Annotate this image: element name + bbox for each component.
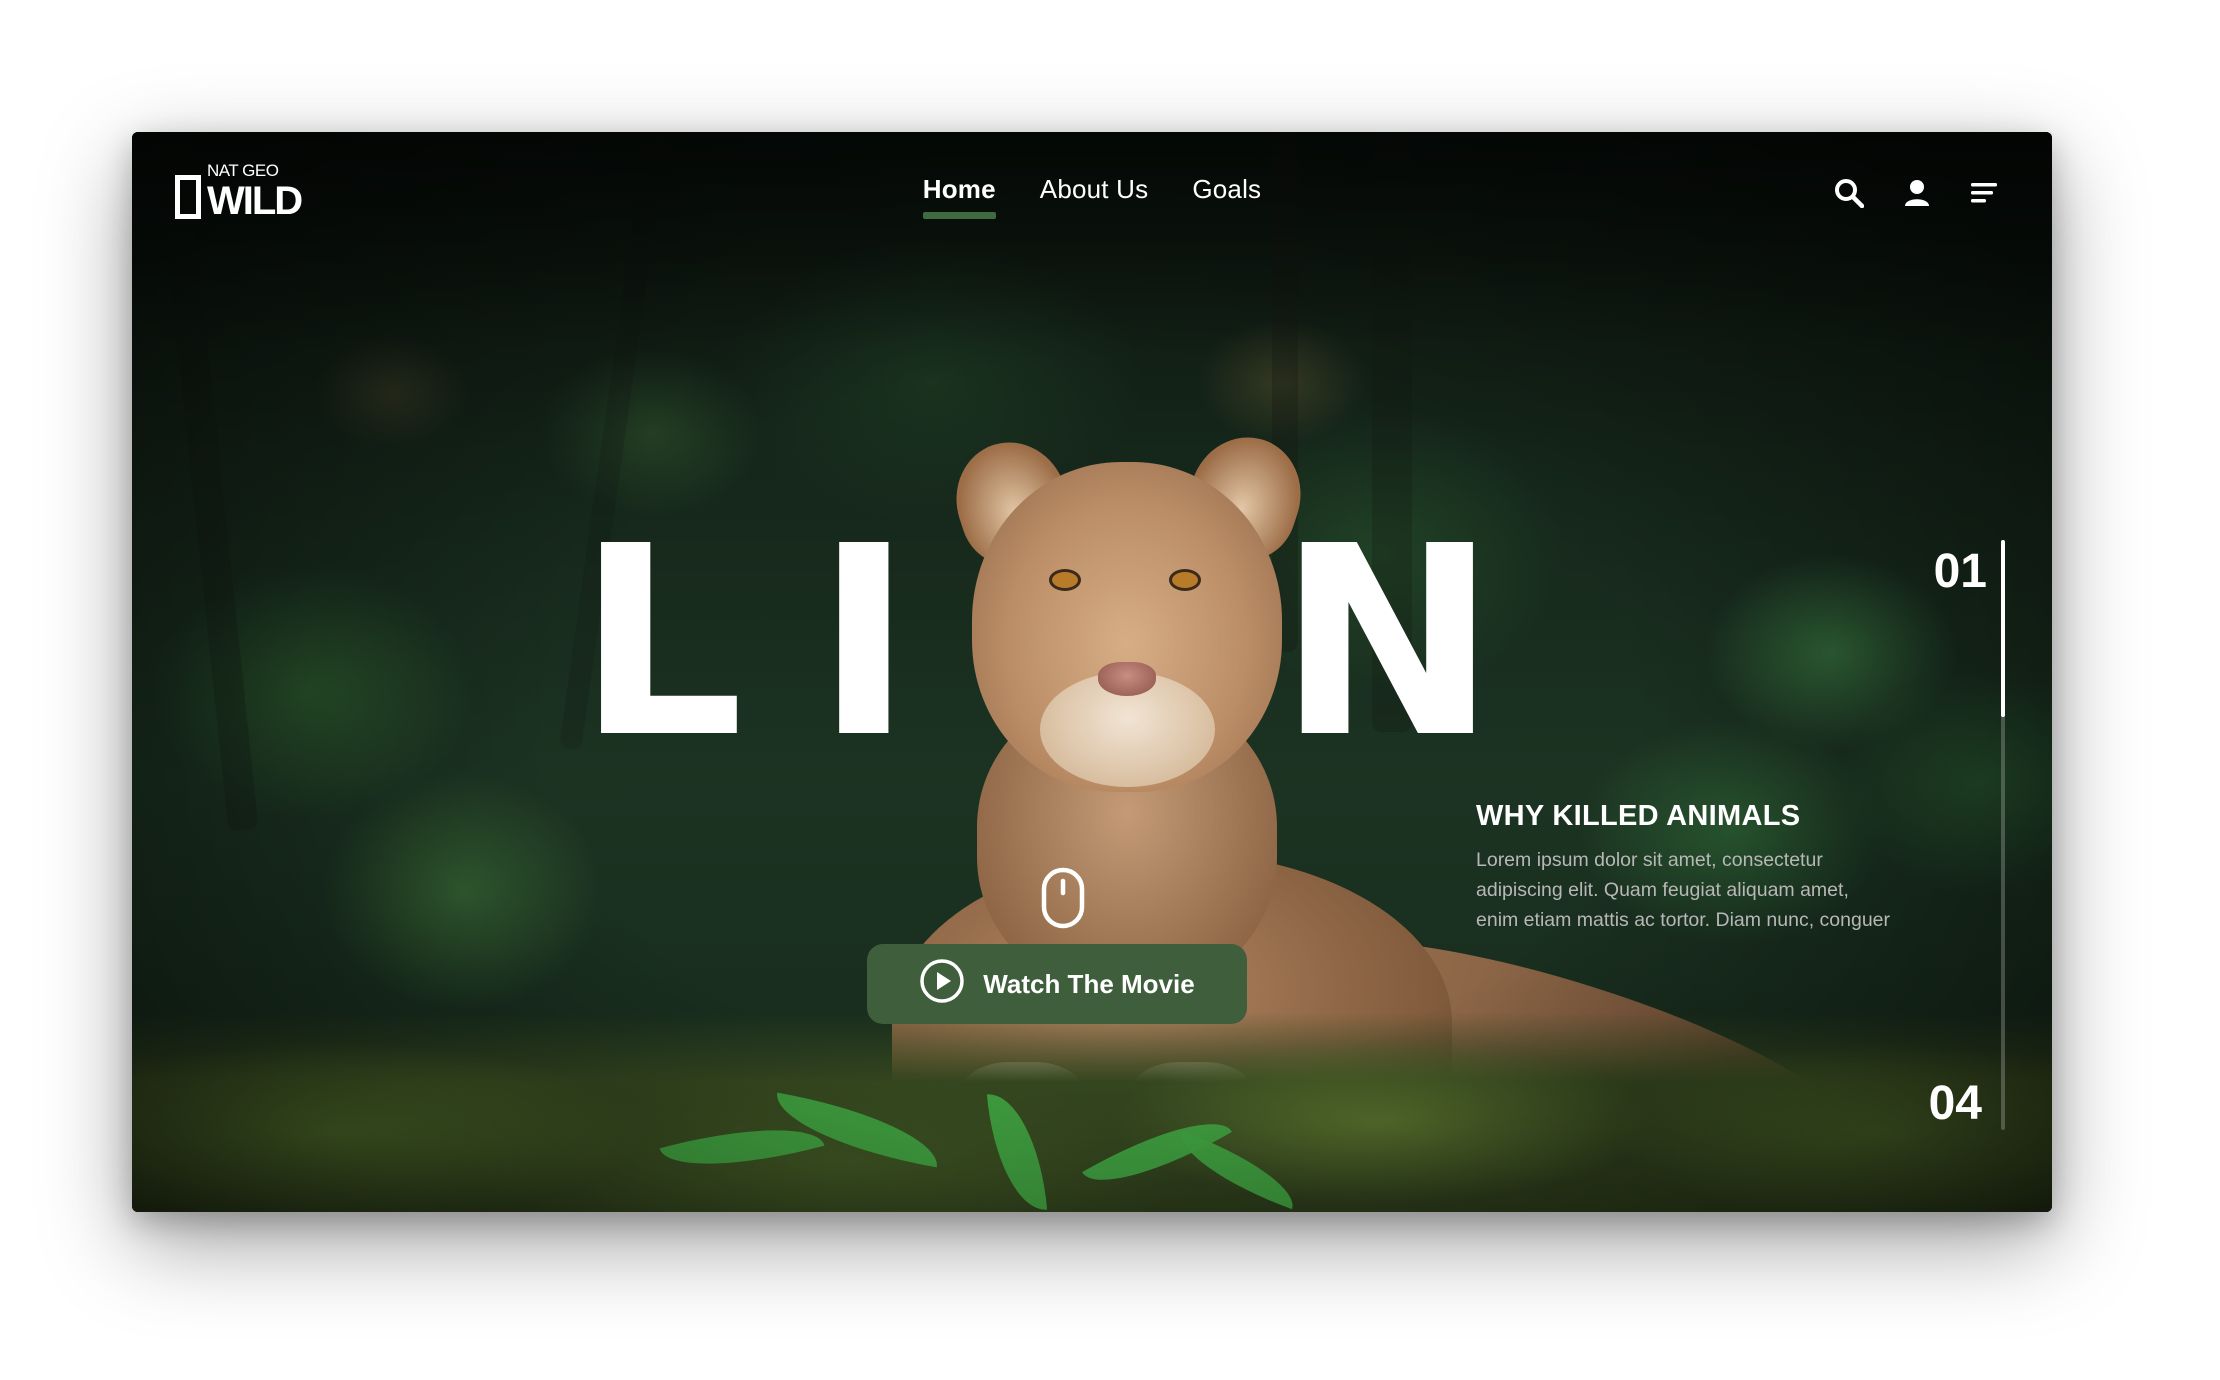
user-icon[interactable] — [1900, 176, 1934, 210]
header-actions — [1832, 176, 2002, 210]
hero-letter-l: L — [577, 490, 744, 795]
hero-section: NAT GEO WILD Home About Us Goals L I O N… — [132, 132, 2052, 1212]
nav-item-about-us[interactable]: About Us — [1040, 174, 1149, 219]
feature-title: WHY KILLED ANIMALS — [1476, 800, 1801, 832]
slide-progress-track[interactable] — [2001, 540, 2005, 1130]
nav-item-home[interactable]: Home — [922, 174, 996, 219]
hero-title: L I O N — [577, 512, 1497, 774]
hero-letter-i: I — [815, 490, 913, 795]
watch-movie-button[interactable]: Watch The Movie — [867, 944, 1247, 1024]
slide-current: 01 — [1933, 545, 1987, 598]
mouse-icon — [1041, 867, 1085, 934]
feature-body: Lorem ipsum dolor sit amet, consectetur … — [1476, 849, 1891, 931]
slide-progress-thumb[interactable] — [2001, 540, 2005, 717]
main-nav: Home About Us Goals — [132, 174, 2052, 219]
nav-item-goals[interactable]: Goals — [1192, 174, 1261, 219]
search-icon[interactable] — [1832, 176, 1866, 210]
watch-movie-label: Watch The Movie — [983, 968, 1195, 999]
play-icon — [919, 958, 965, 1011]
menu-icon[interactable] — [1968, 176, 2002, 210]
slide-total: 04 — [1928, 1077, 1982, 1130]
hero-letter-n: N — [1277, 490, 1497, 795]
